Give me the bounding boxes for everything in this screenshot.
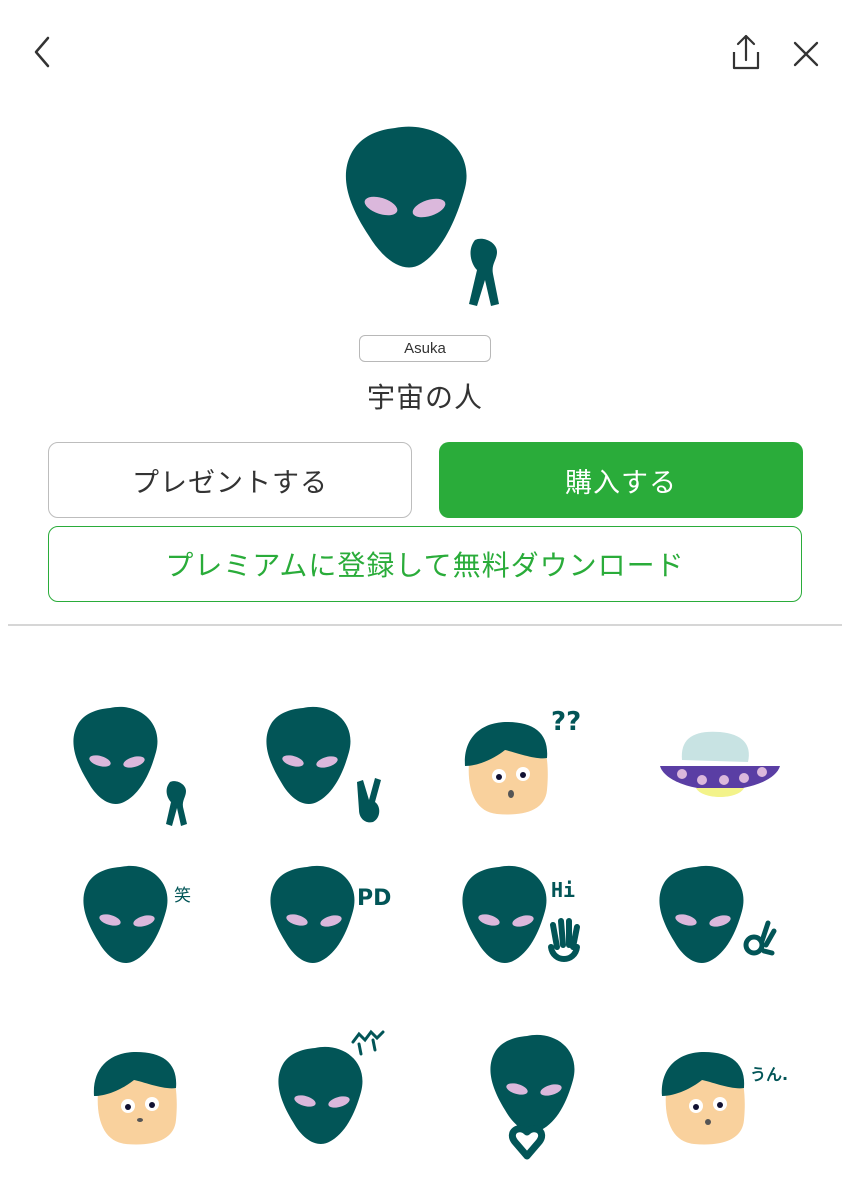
share-button[interactable] xyxy=(722,30,770,78)
top-bar xyxy=(0,0,850,110)
share-icon xyxy=(732,34,760,70)
back-button[interactable] xyxy=(22,30,66,74)
sticker-item[interactable] xyxy=(235,1020,415,1170)
close-icon xyxy=(793,41,819,67)
sticker-item[interactable]: 笑 xyxy=(40,855,220,1005)
sticker-item[interactable] xyxy=(630,690,810,840)
sticker-item[interactable] xyxy=(40,690,220,840)
sticker-item[interactable]: ?? xyxy=(435,690,615,840)
sticker-item[interactable] xyxy=(235,690,415,840)
sticker-grid: ?? 笑 PD Hi うん. xyxy=(40,690,810,1170)
sticker-caption: 笑 xyxy=(174,886,191,906)
main-sticker-image xyxy=(325,118,525,318)
present-button[interactable]: プレゼントする xyxy=(48,442,412,518)
sticker-item[interactable]: PD xyxy=(235,855,415,1005)
close-button[interactable] xyxy=(782,30,830,78)
sticker-caption: PD xyxy=(357,886,391,911)
chevron-left-icon xyxy=(34,36,50,68)
premium-download-button[interactable]: プレミアムに登録して無料ダウンロード xyxy=(48,526,802,602)
sticker-set-title: 宇宙の人 xyxy=(366,381,483,414)
author-badge[interactable]: Asuka xyxy=(359,335,491,362)
divider xyxy=(8,624,842,626)
sticker-caption: ?? xyxy=(551,707,581,737)
sticker-item[interactable]: うん. xyxy=(630,1020,810,1170)
sticker-item[interactable] xyxy=(630,855,810,1005)
buy-button[interactable]: 購入する xyxy=(439,442,803,518)
sticker-item[interactable]: Hi xyxy=(435,855,615,1005)
sticker-item[interactable] xyxy=(435,1020,615,1170)
sticker-item[interactable] xyxy=(40,1020,220,1170)
sticker-caption: Hi xyxy=(551,878,575,902)
sticker-caption: うん. xyxy=(750,1065,788,1084)
